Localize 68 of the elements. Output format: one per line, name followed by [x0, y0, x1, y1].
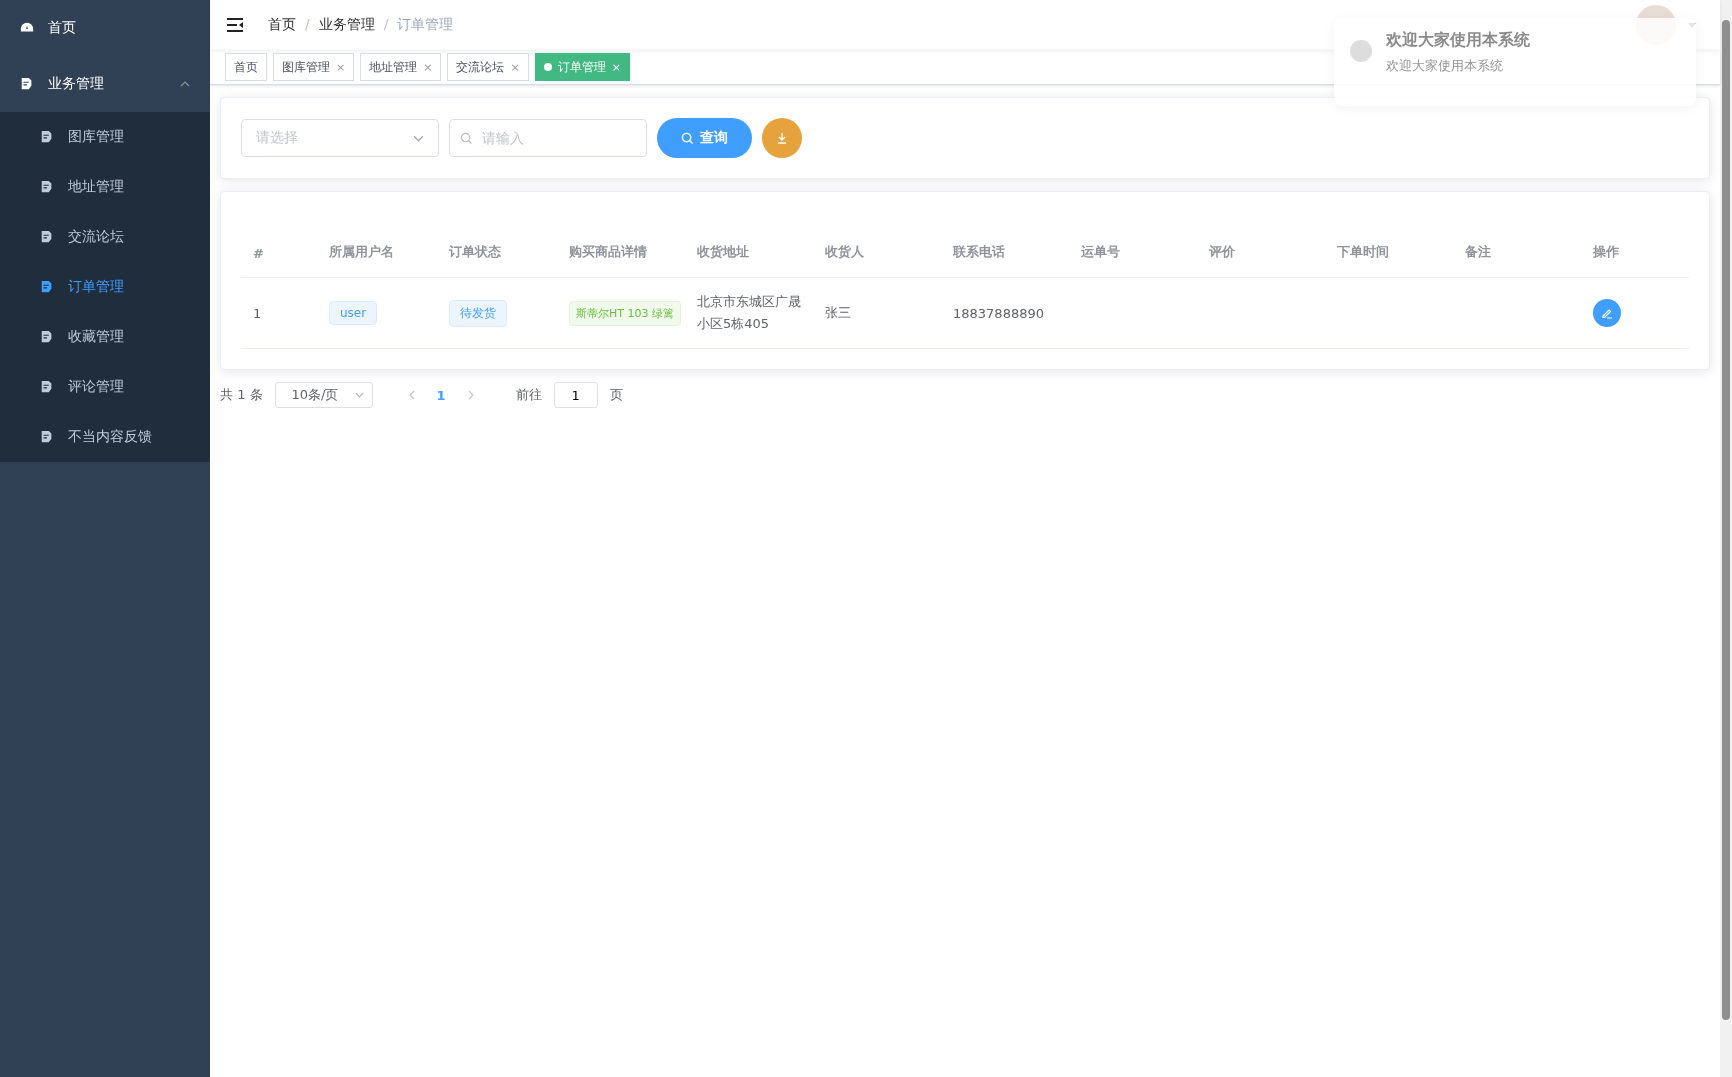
column-header: 订单状态	[448, 243, 502, 261]
column-header: 备注	[1464, 243, 1492, 261]
scrollbar[interactable]	[1720, 0, 1732, 1077]
page-unit-label: 页	[609, 386, 623, 404]
menu-item[interactable]: 地址管理	[0, 162, 210, 212]
chevron-down-icon	[354, 392, 364, 398]
column-header: 下单时间	[1336, 243, 1390, 261]
document-edit-icon	[40, 280, 54, 294]
product-tag: 斯蒂尔HT 103 绿篱	[569, 300, 681, 326]
column-header: 收货人	[824, 243, 865, 261]
active-dot-icon	[543, 63, 552, 71]
table-cell-text: 张三	[824, 304, 852, 322]
tab[interactable]: 图库管理 ×	[273, 53, 355, 81]
document-edit-icon	[40, 430, 54, 444]
search-icon	[681, 131, 694, 145]
edit-button[interactable]	[1593, 299, 1621, 327]
menu-item[interactable]: 收藏管理	[0, 312, 210, 362]
goto-label: 前往	[515, 386, 542, 404]
scrollbar-thumb[interactable]	[1722, 20, 1730, 1020]
tab[interactable]: 地址管理 ×	[360, 53, 442, 81]
breadcrumb-link[interactable]: 业务管理	[318, 16, 375, 34]
document-edit-icon	[40, 230, 54, 244]
document-edit-icon	[40, 380, 54, 394]
menu-item[interactable]: 交流论坛	[0, 212, 210, 262]
breadcrumb-link[interactable]: 首页	[268, 16, 296, 34]
search-icon	[460, 132, 473, 145]
chevron-down-icon	[413, 134, 424, 142]
user-tag: user	[329, 301, 378, 325]
menu-icon[interactable]	[226, 18, 244, 32]
column-header: 评价	[1208, 243, 1236, 261]
column-header: 联系电话	[952, 243, 1006, 261]
menu-item[interactable]: 不当内容反馈	[0, 412, 210, 462]
menu-item[interactable]: 评论管理	[0, 362, 210, 412]
column-header: #	[252, 246, 265, 261]
breadcrumb-separator: /	[305, 16, 310, 34]
column-header: 购买商品详情	[568, 243, 648, 261]
tab[interactable]: 交流论坛 ×	[447, 53, 529, 81]
document-edit-icon	[40, 130, 54, 144]
dashboard-icon	[20, 21, 34, 35]
notification-message: 欢迎大家使用本系统	[1386, 57, 1504, 75]
download-icon	[776, 132, 788, 144]
table-cell-text: 18837888890	[952, 305, 1045, 321]
column-header: 收货地址	[696, 243, 750, 261]
next-page-icon[interactable]	[467, 390, 474, 400]
pencil-icon	[1601, 307, 1613, 319]
column-header: 操作	[1592, 243, 1620, 261]
previous-page-icon[interactable]	[408, 390, 415, 400]
notification-title: 欢迎大家使用本系统	[1386, 30, 1530, 51]
menu-item[interactable]: 图库管理	[0, 112, 210, 162]
menu-item[interactable]: 订单管理	[0, 262, 210, 312]
page-input[interactable]: 1	[553, 382, 598, 408]
page-size-select[interactable]: 10条/页	[274, 382, 373, 408]
info-icon	[1350, 40, 1372, 62]
menu-item[interactable]: 业务管理	[0, 56, 210, 112]
table-cell-text: 北京市东城区广晟小区5栋405	[696, 293, 802, 333]
total-count: 共 1 条	[220, 386, 263, 404]
breadcrumb-separator: /	[383, 16, 389, 34]
document-edit-icon	[40, 180, 54, 194]
column-header: 所属用户名	[328, 243, 395, 261]
column-header: 运单号	[1080, 243, 1121, 261]
table-cell-text: 1	[252, 305, 263, 321]
document-edit-icon	[40, 330, 54, 344]
tab[interactable]: 首页	[225, 53, 267, 81]
download-button[interactable]	[762, 118, 802, 158]
search-field[interactable]: 请输入	[449, 119, 647, 157]
menu-item[interactable]: 首页	[0, 0, 210, 56]
status-tag: 待发货	[449, 299, 507, 327]
document-edit-icon	[20, 77, 34, 91]
